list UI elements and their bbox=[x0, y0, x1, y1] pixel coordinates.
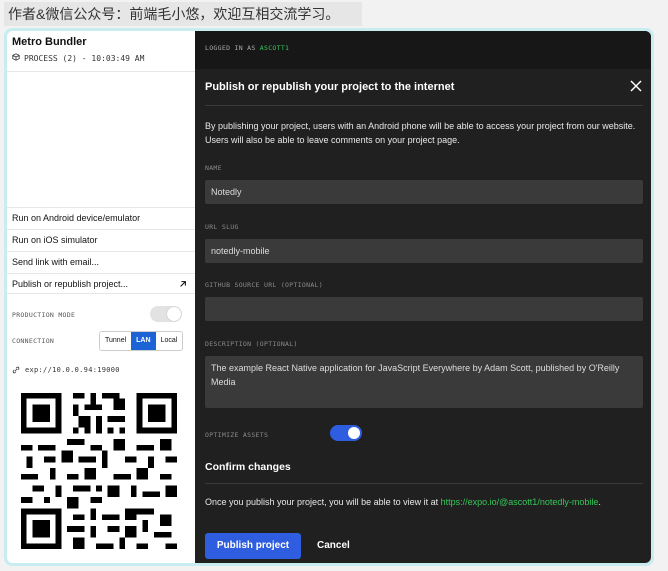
menu-publish[interactable]: Publish or republish project... bbox=[7, 273, 195, 294]
slug-input[interactable]: notedly-mobile bbox=[205, 239, 643, 263]
menu-run-android[interactable]: Run on Android device/emulator bbox=[7, 207, 195, 228]
connection-tunnel[interactable]: Tunnel bbox=[100, 332, 132, 350]
menu-publish-label: Publish or republish project... bbox=[12, 279, 129, 289]
optimize-assets-label: OPTIMIZE ASSETS bbox=[205, 431, 269, 439]
connection-label: CONNECTION bbox=[12, 337, 55, 345]
name-input[interactable]: Notedly bbox=[205, 180, 643, 204]
github-input[interactable] bbox=[205, 297, 643, 321]
menu-run-ios[interactable]: Run on iOS simulator bbox=[7, 229, 195, 250]
production-mode-label: PRODUCTION MODE bbox=[12, 311, 76, 319]
confirm-text-end: . bbox=[598, 497, 601, 507]
dialog-description: By publishing your project, users with a… bbox=[205, 121, 636, 145]
title-divider bbox=[205, 105, 643, 106]
dialog-title: Publish or republish your project to the… bbox=[205, 81, 455, 93]
package-icon bbox=[12, 53, 20, 63]
username: ASCOTT1 bbox=[259, 44, 290, 52]
confirm-title: Confirm changes bbox=[205, 461, 291, 473]
watermark-text: 作者&微信公众号：前端毛小悠，欢迎互相交流学习。 bbox=[4, 2, 362, 26]
github-label: GITHUB SOURCE URL (OPTIONAL) bbox=[205, 281, 323, 289]
process-status: PROCESS (2) - 10:03:49 AM bbox=[12, 53, 144, 63]
logged-in-prefix: LOGGED IN AS bbox=[205, 44, 256, 52]
link-icon bbox=[12, 361, 20, 379]
confirm-text: Once you publish your project, you will … bbox=[205, 497, 601, 507]
top-bar: LOGGED IN AS ASCOTT1 bbox=[195, 31, 651, 69]
publish-project-button[interactable]: Publish project bbox=[205, 533, 301, 559]
close-icon[interactable] bbox=[629, 79, 643, 93]
slug-label: URL SLUG bbox=[205, 223, 239, 231]
connection-segmented-control: Tunnel LAN Local bbox=[99, 331, 184, 351]
optimize-assets-toggle[interactable] bbox=[330, 425, 362, 441]
connection-local[interactable]: Local bbox=[155, 332, 183, 350]
menu-send-link[interactable]: Send link with email... bbox=[7, 251, 195, 272]
confirm-text-body: Once you publish your project, you will … bbox=[205, 497, 441, 507]
menu-run-ios-label: Run on iOS simulator bbox=[12, 235, 98, 245]
description-textarea[interactable]: The example React Native application for… bbox=[205, 356, 643, 408]
exp-url[interactable]: exp://10.0.0.94:19000 bbox=[25, 366, 120, 374]
name-label: NAME bbox=[205, 164, 222, 172]
menu-run-android-label: Run on Android device/emulator bbox=[12, 213, 141, 223]
arrow-up-right-icon bbox=[179, 274, 187, 295]
toggle-knob bbox=[348, 427, 360, 439]
production-mode-toggle[interactable] bbox=[150, 306, 182, 322]
app-frame: Metro Bundler PROCESS (2) - 10:03:49 AM … bbox=[4, 28, 654, 566]
qr-code bbox=[15, 387, 183, 555]
publish-dialog: LOGGED IN AS ASCOTT1 Publish or republis… bbox=[195, 31, 651, 563]
logged-in-status: LOGGED IN AS ASCOTT1 bbox=[205, 44, 289, 52]
exp-url-row: exp://10.0.0.94:19000 bbox=[12, 361, 120, 379]
connection-lan[interactable]: LAN bbox=[131, 332, 156, 350]
process-label: PROCESS (2) - 10:03:49 AM bbox=[24, 53, 145, 63]
project-url-link[interactable]: https://expo.io/@ascott1/notedly-mobile bbox=[441, 497, 599, 507]
sidebar: Metro Bundler PROCESS (2) - 10:03:49 AM … bbox=[7, 31, 196, 563]
description-label: DESCRIPTION (OPTIONAL) bbox=[205, 340, 298, 348]
sidebar-header: Metro Bundler PROCESS (2) - 10:03:49 AM bbox=[7, 31, 195, 72]
confirm-divider bbox=[205, 483, 643, 484]
app-window: Metro Bundler PROCESS (2) - 10:03:49 AM … bbox=[7, 31, 651, 563]
menu-send-link-label: Send link with email... bbox=[12, 257, 100, 267]
toggle-knob bbox=[167, 307, 181, 321]
app-title: Metro Bundler bbox=[12, 36, 87, 48]
cancel-button[interactable]: Cancel bbox=[317, 533, 350, 559]
